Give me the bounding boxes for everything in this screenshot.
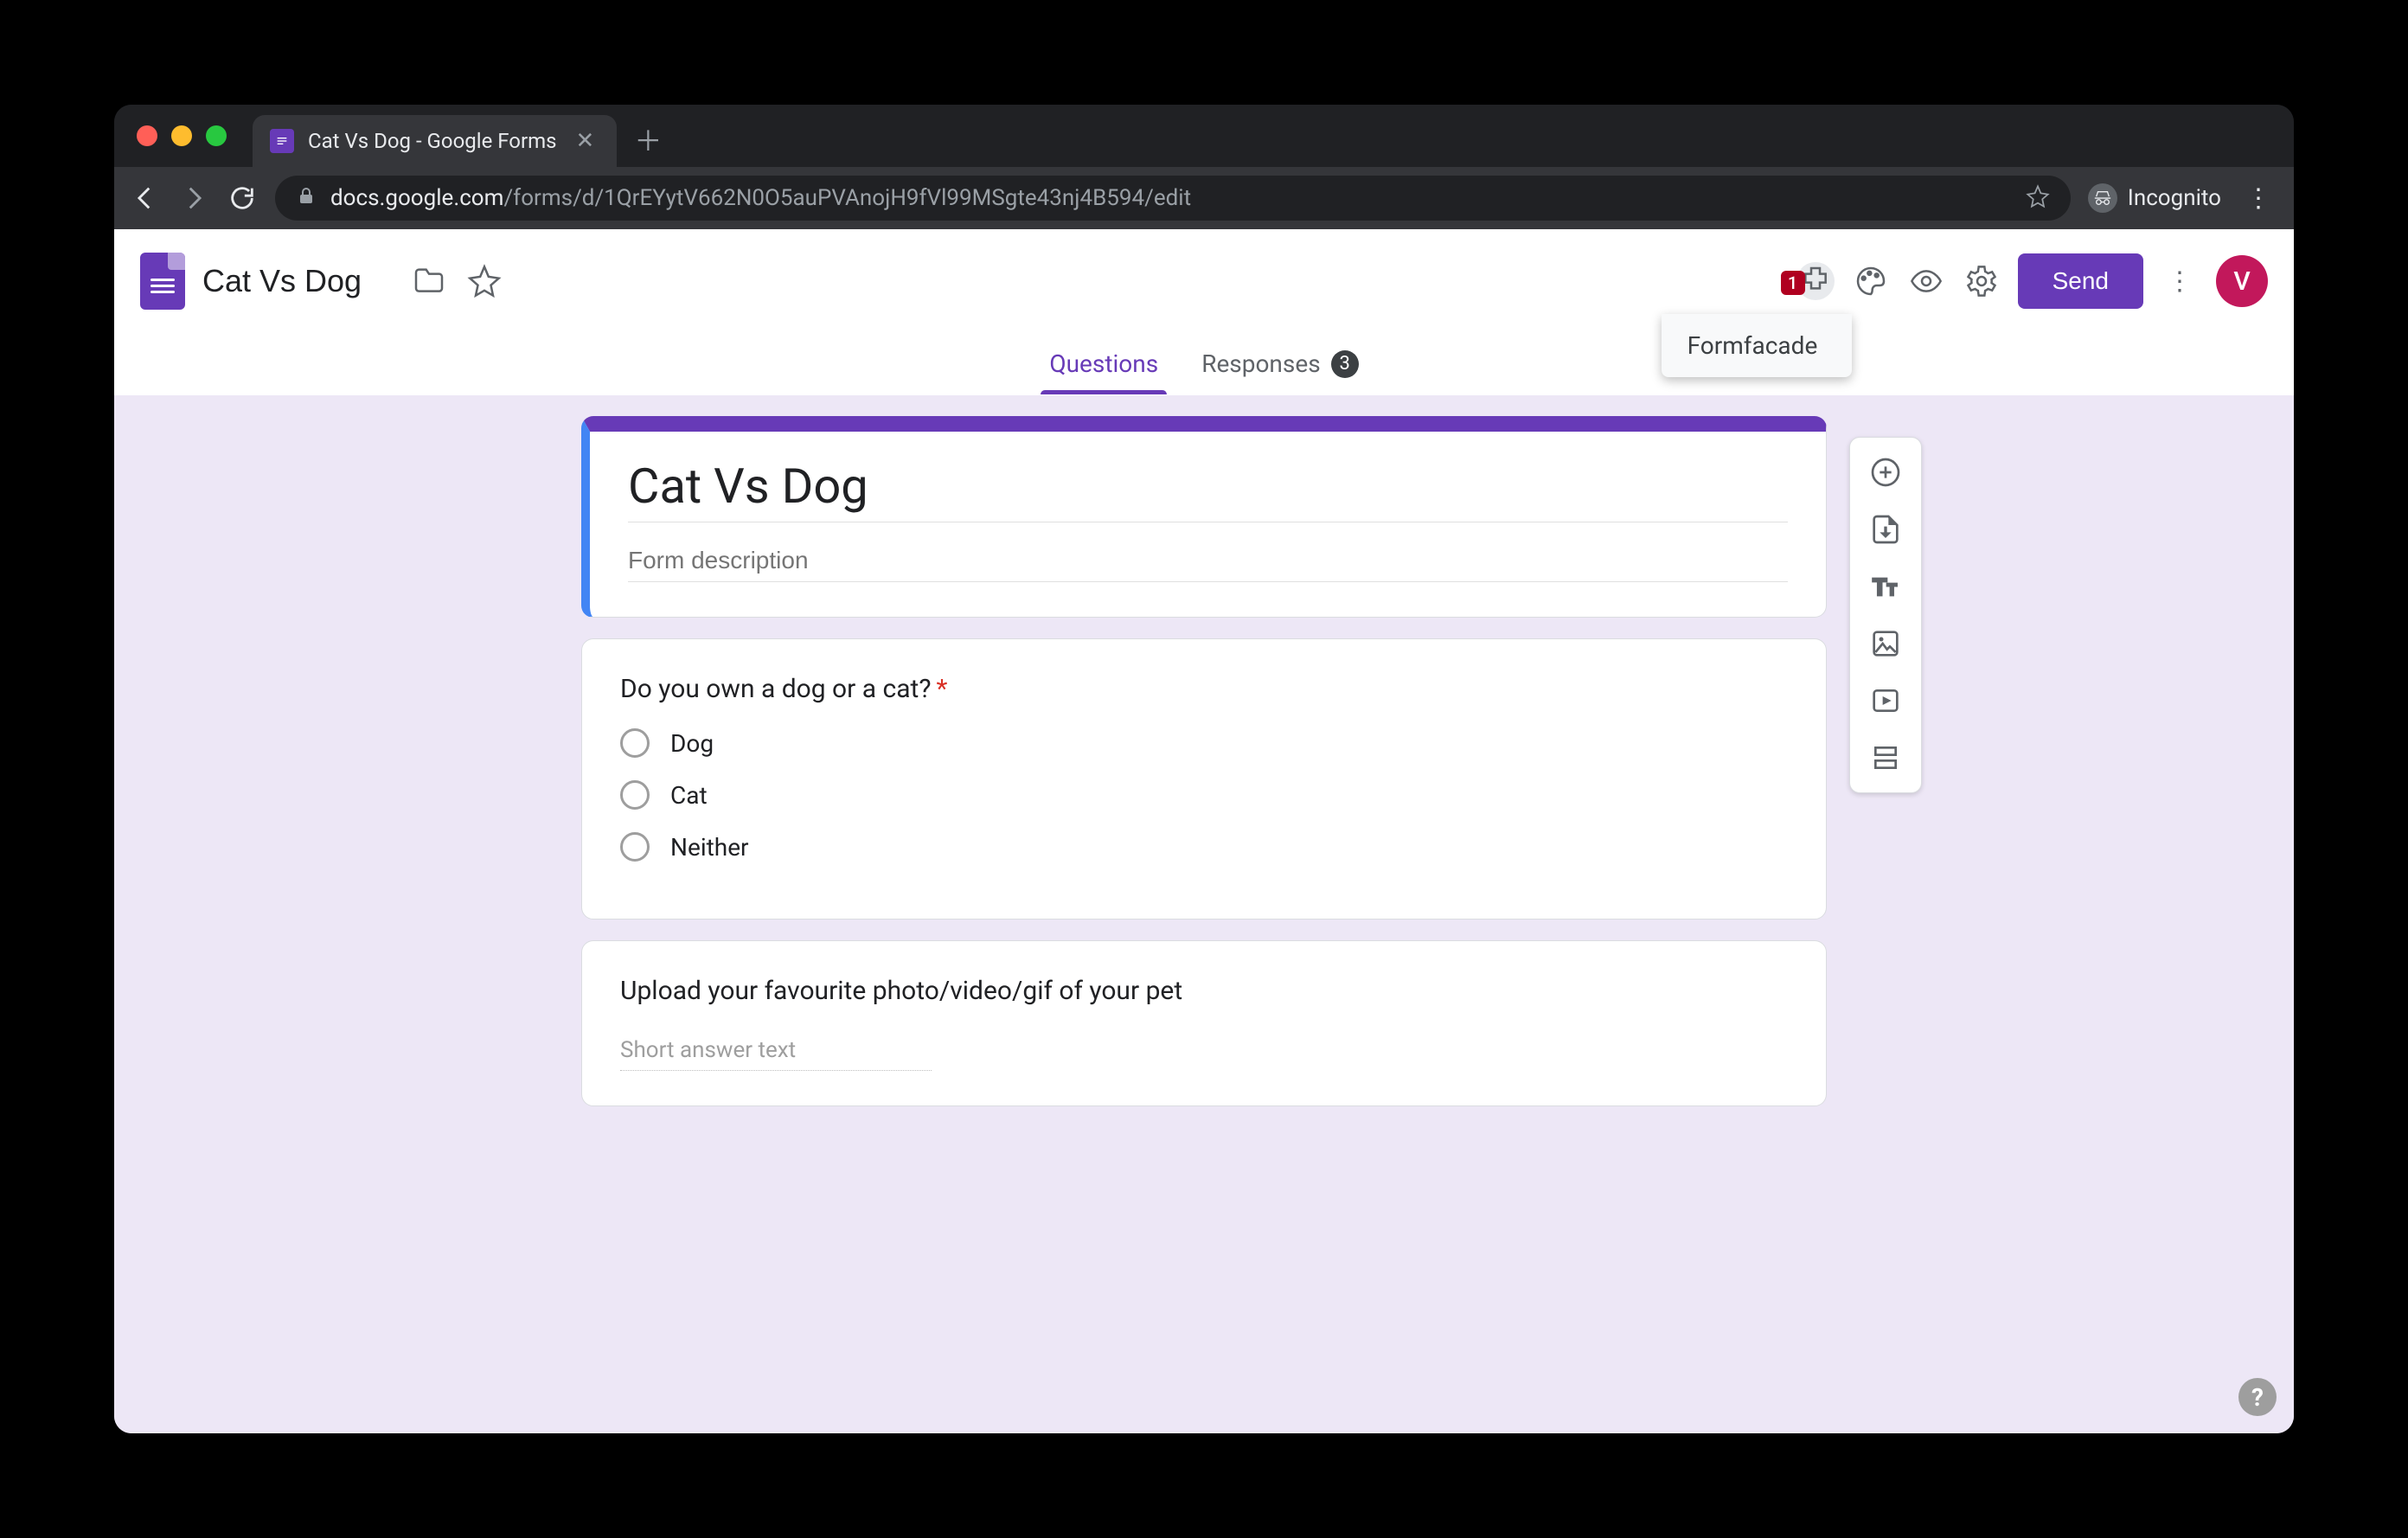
option-label: Neither [670, 833, 749, 862]
window-controls [137, 125, 227, 146]
tab-responses[interactable]: Responses 3 [1201, 333, 1358, 394]
incognito-label: Incognito [2128, 185, 2221, 211]
incognito-icon [2088, 183, 2117, 213]
svg-text:T: T [1873, 574, 1887, 601]
url-text: docs.google.com/forms/d/1QrEYytV662N0O5a… [330, 185, 1191, 211]
form-name-input[interactable] [202, 263, 393, 299]
addon-badge: 1 [1781, 271, 1805, 295]
svg-text:T: T [1887, 581, 1897, 599]
addons-wrapper: 1 Formfacade [1796, 262, 1835, 300]
import-questions-button[interactable] [1861, 505, 1910, 554]
preview-button[interactable] [1907, 262, 1945, 300]
bookmark-star-icon[interactable] [2026, 184, 2050, 212]
close-tab-icon[interactable]: ✕ [571, 128, 600, 154]
addon-menu-item-formfacade[interactable]: Formfacade [1688, 331, 1826, 360]
minimize-window-button[interactable] [171, 125, 192, 146]
close-window-button[interactable] [137, 125, 157, 146]
form-description-input[interactable] [628, 540, 1788, 582]
reload-button[interactable] [227, 183, 258, 214]
settings-button[interactable] [1963, 262, 2001, 300]
question-1-title: Do you own a dog or a cat?* [620, 674, 1788, 704]
titlebar: Cat Vs Dog - Google Forms ✕ ＋ [114, 105, 2294, 167]
theme-button[interactable] [1852, 262, 1890, 300]
new-tab-button[interactable]: ＋ [634, 119, 662, 159]
address-bar: docs.google.com/forms/d/1QrEYytV662N0O5a… [114, 167, 2294, 229]
browser-window: Cat Vs Dog - Google Forms ✕ ＋ docs.googl… [114, 105, 2294, 1433]
question-2-title: Upload your favourite photo/video/gif of… [620, 976, 1788, 1006]
required-star-icon: * [937, 674, 948, 704]
more-button[interactable]: ⋮ [2161, 262, 2199, 300]
form-canvas: Cat Vs Dog Do you own a dog or a cat?* D… [114, 395, 2294, 1433]
incognito-indicator[interactable]: Incognito [2088, 183, 2221, 213]
option-row[interactable]: Dog [620, 728, 1788, 758]
option-row[interactable]: Neither [620, 832, 1788, 862]
title-card[interactable]: Cat Vs Dog [581, 416, 1827, 618]
forms-logo-icon[interactable] [140, 253, 185, 310]
add-image-button[interactable] [1861, 619, 1910, 668]
account-avatar[interactable]: V [2216, 255, 2268, 307]
floating-toolbar: TT [1849, 437, 1922, 793]
omnibox[interactable]: docs.google.com/forms/d/1QrEYytV662N0O5a… [275, 176, 2071, 221]
lock-icon [296, 186, 317, 210]
option-row[interactable]: Cat [620, 780, 1788, 810]
add-video-button[interactable] [1861, 676, 1910, 725]
tab-title: Cat Vs Dog - Google Forms [308, 129, 557, 153]
forms-favicon-icon [270, 129, 294, 153]
app-header: 1 Formfacade Send ⋮ V [114, 229, 2294, 333]
radio-icon [620, 780, 650, 810]
short-answer-placeholder: Short answer text [620, 1030, 932, 1071]
send-button[interactable]: Send [2018, 253, 2143, 309]
browser-menu-button[interactable]: ⋮ [2238, 183, 2278, 214]
option-label: Dog [670, 729, 714, 758]
add-question-button[interactable] [1861, 448, 1910, 497]
back-button[interactable] [130, 183, 161, 214]
question-card-1[interactable]: Do you own a dog or a cat?* Dog Cat Neit… [581, 638, 1827, 920]
form-column: Cat Vs Dog Do you own a dog or a cat?* D… [581, 416, 1827, 1106]
option-label: Cat [670, 781, 708, 810]
maximize-window-button[interactable] [206, 125, 227, 146]
help-button[interactable]: ? [2238, 1378, 2277, 1416]
tab-questions[interactable]: Questions [1049, 333, 1158, 394]
responses-count-badge: 3 [1331, 350, 1359, 378]
star-button[interactable] [465, 262, 503, 300]
form-title[interactable]: Cat Vs Dog [628, 458, 1788, 522]
tab-questions-label: Questions [1049, 349, 1158, 378]
add-title-button[interactable]: TT [1861, 562, 1910, 611]
add-section-button[interactable] [1861, 734, 1910, 782]
browser-tab[interactable]: Cat Vs Dog - Google Forms ✕ [253, 115, 617, 167]
forward-button[interactable] [178, 183, 209, 214]
move-to-folder-button[interactable] [410, 262, 448, 300]
tab-responses-label: Responses [1201, 349, 1320, 378]
addon-menu: Formfacade [1662, 314, 1852, 377]
app-content: 1 Formfacade Send ⋮ V [114, 229, 2294, 1433]
form-tabs: Questions Responses 3 [114, 333, 2294, 395]
question-card-2[interactable]: Upload your favourite photo/video/gif of… [581, 940, 1827, 1106]
radio-icon [620, 728, 650, 758]
radio-icon [620, 832, 650, 862]
